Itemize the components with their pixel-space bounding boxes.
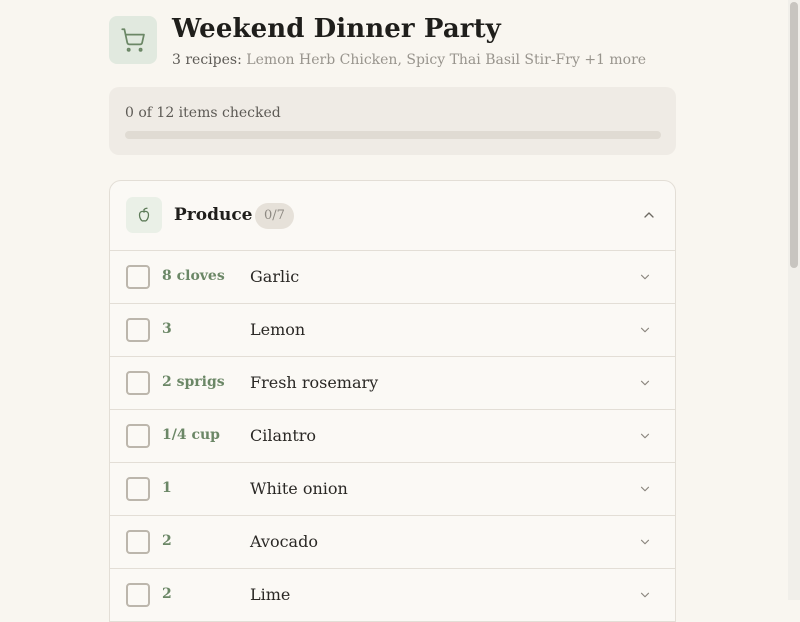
list-item[interactable]: 2 sprigs Fresh rosemary <box>110 357 675 410</box>
item-name: Lemon <box>250 320 306 339</box>
item-checkbox[interactable] <box>126 318 150 342</box>
item-name: Cilantro <box>250 426 317 445</box>
item-name: Lime <box>250 585 291 604</box>
list-item[interactable]: 3 Lemon <box>110 304 675 357</box>
chevron-down-icon[interactable] <box>635 267 655 287</box>
progress-card: 0 of 12 items checked <box>109 87 676 155</box>
item-quantity: 1 <box>162 480 172 496</box>
item-checkbox[interactable] <box>126 265 150 289</box>
chevron-up-icon[interactable] <box>639 205 659 225</box>
chevron-down-icon[interactable] <box>635 373 655 393</box>
item-name: Garlic <box>250 267 300 286</box>
item-checkbox[interactable] <box>126 530 150 554</box>
progress-text: 0 of 12 items checked <box>125 105 281 121</box>
item-checkbox[interactable] <box>126 371 150 395</box>
scrollbar[interactable] <box>788 0 800 600</box>
item-quantity: 1/4 cup <box>162 427 220 443</box>
recipe-summary: 3 recipes: Lemon Herb Chicken, Spicy Tha… <box>172 52 646 68</box>
shopping-list-page: Weekend Dinner Party 3 recipes: Lemon He… <box>109 0 676 622</box>
item-checkbox[interactable] <box>126 477 150 501</box>
section-count-badge: 0/7 <box>255 203 294 229</box>
page-title: Weekend Dinner Party <box>172 14 501 44</box>
cart-icon <box>109 16 157 64</box>
chevron-down-icon[interactable] <box>635 532 655 552</box>
item-name: Fresh rosemary <box>250 373 379 392</box>
list-header: Weekend Dinner Party 3 recipes: Lemon He… <box>109 0 676 72</box>
item-quantity: 3 <box>162 321 172 337</box>
recipe-count: 3 recipes: <box>172 52 242 68</box>
section-title: Produce <box>174 205 253 225</box>
item-quantity: 2 <box>162 533 172 549</box>
item-name: White onion <box>250 479 348 498</box>
chevron-down-icon[interactable] <box>635 426 655 446</box>
chevron-down-icon[interactable] <box>635 479 655 499</box>
item-checkbox[interactable] <box>126 583 150 607</box>
ingredient-list: 8 cloves Garlic 3 Lemon 2 sprigs Fresh r… <box>110 251 675 621</box>
item-quantity: 2 sprigs <box>162 374 225 390</box>
chevron-down-icon[interactable] <box>635 320 655 340</box>
item-name: Avocado <box>250 532 318 551</box>
item-checkbox[interactable] <box>126 424 150 448</box>
progress-bar <box>125 131 661 139</box>
section-header[interactable]: Produce 0/7 <box>110 181 675 251</box>
list-item[interactable]: 2 Lime <box>110 569 675 621</box>
apple-icon <box>126 197 162 233</box>
item-quantity: 8 cloves <box>162 268 225 284</box>
scrollbar-thumb[interactable] <box>790 2 798 268</box>
list-item[interactable]: 1/4 cup Cilantro <box>110 410 675 463</box>
produce-section: Produce 0/7 8 cloves Garlic 3 Lemon 2 sp… <box>109 180 676 622</box>
recipe-list: Lemon Herb Chicken, Spicy Thai Basil Sti… <box>246 52 647 68</box>
list-item[interactable]: 2 Avocado <box>110 516 675 569</box>
list-item[interactable]: 8 cloves Garlic <box>110 251 675 304</box>
chevron-down-icon[interactable] <box>635 585 655 605</box>
list-item[interactable]: 1 White onion <box>110 463 675 516</box>
